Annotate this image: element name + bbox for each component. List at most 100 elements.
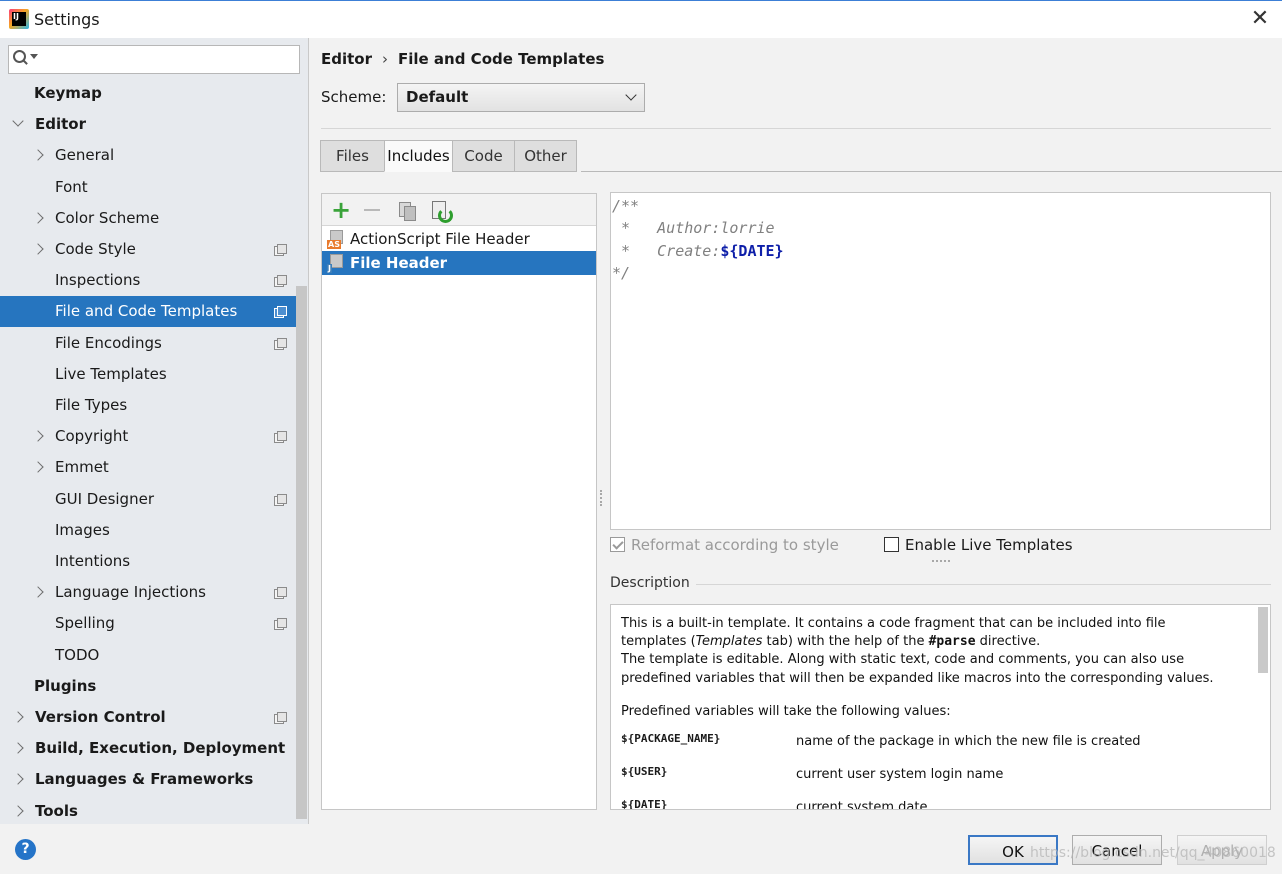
dialog-footer: ? OK Cancel Apply https://blog.csdn.net/…	[0, 824, 1282, 874]
sidebar-item-intentions[interactable]: Intentions	[0, 546, 307, 577]
divider	[321, 128, 1271, 129]
sidebar-item-emmet[interactable]: Emmet	[0, 452, 307, 483]
sidebar-item-file-encodings[interactable]: File Encodings	[0, 328, 307, 359]
sidebar-item-label: General	[55, 146, 115, 165]
chevron-right-icon[interactable]	[32, 243, 44, 255]
template-list-toolbar: +	[322, 194, 596, 226]
sidebar-item-label: Language Injections	[55, 583, 206, 602]
description-text: This is a built-in template. It contains…	[621, 616, 1166, 631]
breadcrumb-parent[interactable]: Editor	[321, 50, 372, 68]
sidebar-item-color-scheme[interactable]: Color Scheme	[0, 203, 307, 234]
title-bar: IJ Settings ✕	[0, 0, 1282, 38]
variable-description: current user system login name	[796, 767, 1004, 782]
sidebar-item-label: Tools	[35, 801, 78, 820]
code-text: * Create:	[612, 242, 721, 260]
actionscript-file-icon: AS	[327, 230, 344, 249]
sidebar-item-file-types[interactable]: File Types	[0, 390, 307, 421]
variable-description: name of the package in which the new fil…	[796, 734, 1141, 749]
sidebar-item-label: TODO	[55, 645, 100, 664]
close-icon[interactable]: ✕	[1248, 5, 1272, 33]
tab-other[interactable]: Other	[514, 140, 577, 172]
variable-description: current system date	[796, 800, 928, 810]
description-text: templates (	[621, 634, 696, 649]
divider	[696, 584, 1271, 585]
description-title: Description	[610, 575, 690, 591]
chevron-right-icon[interactable]	[12, 742, 24, 754]
breadcrumb-separator: ›	[382, 50, 388, 68]
add-icon[interactable]: +	[331, 198, 351, 222]
chevron-right-icon[interactable]	[32, 586, 44, 598]
sidebar-item-live-templates[interactable]: Live Templates	[0, 359, 307, 390]
chevron-right-icon[interactable]	[32, 461, 44, 474]
description-box[interactable]: This is a built-in template. It contains…	[610, 604, 1271, 810]
sidebar-item-images[interactable]: Images	[0, 515, 307, 546]
sidebar-item-label: Emmet	[55, 458, 109, 477]
sidebar-item-tools[interactable]: Tools	[0, 796, 307, 824]
settings-search[interactable]	[8, 45, 300, 74]
sidebar-item-font[interactable]: Font	[0, 172, 307, 203]
template-item-file-header[interactable]: J File Header	[322, 251, 596, 275]
variable-name: ${PACKAGE_NAME}	[621, 732, 721, 745]
watermark: https://blog.csdn.net/qq_40860018	[1030, 845, 1276, 861]
project-scope-icon	[274, 306, 287, 319]
search-icon[interactable]	[13, 50, 29, 68]
template-item-label: File Header	[350, 254, 448, 272]
template-item-actionscript-file-header[interactable]: AS ActionScript File Header	[322, 227, 596, 251]
scheme-select[interactable]: Default	[397, 83, 645, 112]
description-text: templates (Templates tab) with the help …	[621, 633, 1040, 651]
sidebar-scrollbar[interactable]	[296, 286, 307, 819]
live-templates-checkbox[interactable]	[884, 537, 899, 552]
sidebar-item-label: Version Control	[35, 708, 166, 726]
sidebar-item-label: File Encodings	[55, 333, 162, 352]
reformat-checkbox[interactable]	[610, 537, 625, 552]
sidebar-item-todo[interactable]: TODO	[0, 640, 307, 671]
sidebar-item-version-control[interactable]: Version Control	[0, 702, 307, 733]
variable-name: ${DATE}	[621, 798, 668, 810]
chevron-down-icon[interactable]	[12, 115, 24, 127]
chevron-right-icon[interactable]	[12, 711, 24, 723]
chevron-down-icon[interactable]	[30, 54, 38, 59]
sidebar-item-file-and-code-templates[interactable]: File and Code Templates	[0, 296, 307, 328]
sidebar-item-label: Spelling	[55, 614, 115, 633]
search-input[interactable]	[43, 48, 293, 71]
chevron-right-icon[interactable]	[12, 773, 24, 786]
reset-icon[interactable]	[432, 201, 453, 223]
sidebar-item-spelling[interactable]: Spelling	[0, 608, 307, 639]
sidebar-item-editor[interactable]: Editor	[0, 109, 307, 140]
chevron-right-icon[interactable]	[32, 212, 44, 224]
sidebar-item-languages-frameworks[interactable]: Languages & Frameworks	[0, 764, 307, 795]
tab-includes[interactable]: Includes	[384, 140, 453, 172]
scheme-value: Default	[406, 88, 469, 106]
tab-code[interactable]: Code	[452, 140, 515, 172]
sidebar-item-code-style[interactable]: Code Style	[0, 234, 307, 265]
template-item-label: ActionScript File Header	[350, 230, 530, 248]
chevron-right-icon[interactable]	[12, 804, 24, 817]
sidebar-item-inspections[interactable]: Inspections	[0, 265, 307, 296]
project-scope-icon	[274, 244, 287, 256]
copy-icon[interactable]	[399, 202, 416, 221]
project-scope-icon	[274, 275, 287, 288]
sidebar-item-plugins[interactable]: Plugins	[0, 671, 307, 702]
code-line: * Create:${DATE}	[612, 240, 784, 262]
remove-icon[interactable]	[364, 209, 380, 211]
settings-sidebar: Keymap Editor General Font Color Scheme Code …	[0, 38, 309, 824]
sidebar-item-language-injections[interactable]: Language Injections	[0, 577, 307, 608]
sidebar-item-gui-designer[interactable]: GUI Designer	[0, 484, 307, 515]
splitter-handle[interactable]	[600, 490, 604, 506]
reformat-label: Reformat according to style	[631, 536, 839, 554]
splitter-handle[interactable]	[932, 560, 950, 563]
chevron-down-icon	[625, 89, 637, 101]
help-icon[interactable]: ?	[15, 839, 36, 860]
sidebar-item-copyright[interactable]: Copyright	[0, 421, 307, 452]
sidebar-item-label: Build, Execution, Deployment	[35, 739, 286, 758]
project-scope-icon	[274, 493, 287, 506]
chevron-right-icon[interactable]	[32, 430, 44, 442]
sidebar-item-keymap[interactable]: Keymap	[0, 78, 307, 109]
sidebar-item-label: File and Code Templates	[55, 302, 238, 321]
sidebar-item-general[interactable]: General	[0, 140, 307, 171]
description-scrollbar[interactable]	[1258, 607, 1268, 673]
sidebar-item-build-execution-deployment[interactable]: Build, Execution, Deployment	[0, 733, 307, 764]
chevron-right-icon[interactable]	[32, 149, 44, 162]
tab-files[interactable]: Files	[320, 140, 385, 172]
template-editor[interactable]: /** * Author:lorrie * Create:${DATE} */	[610, 192, 1271, 530]
